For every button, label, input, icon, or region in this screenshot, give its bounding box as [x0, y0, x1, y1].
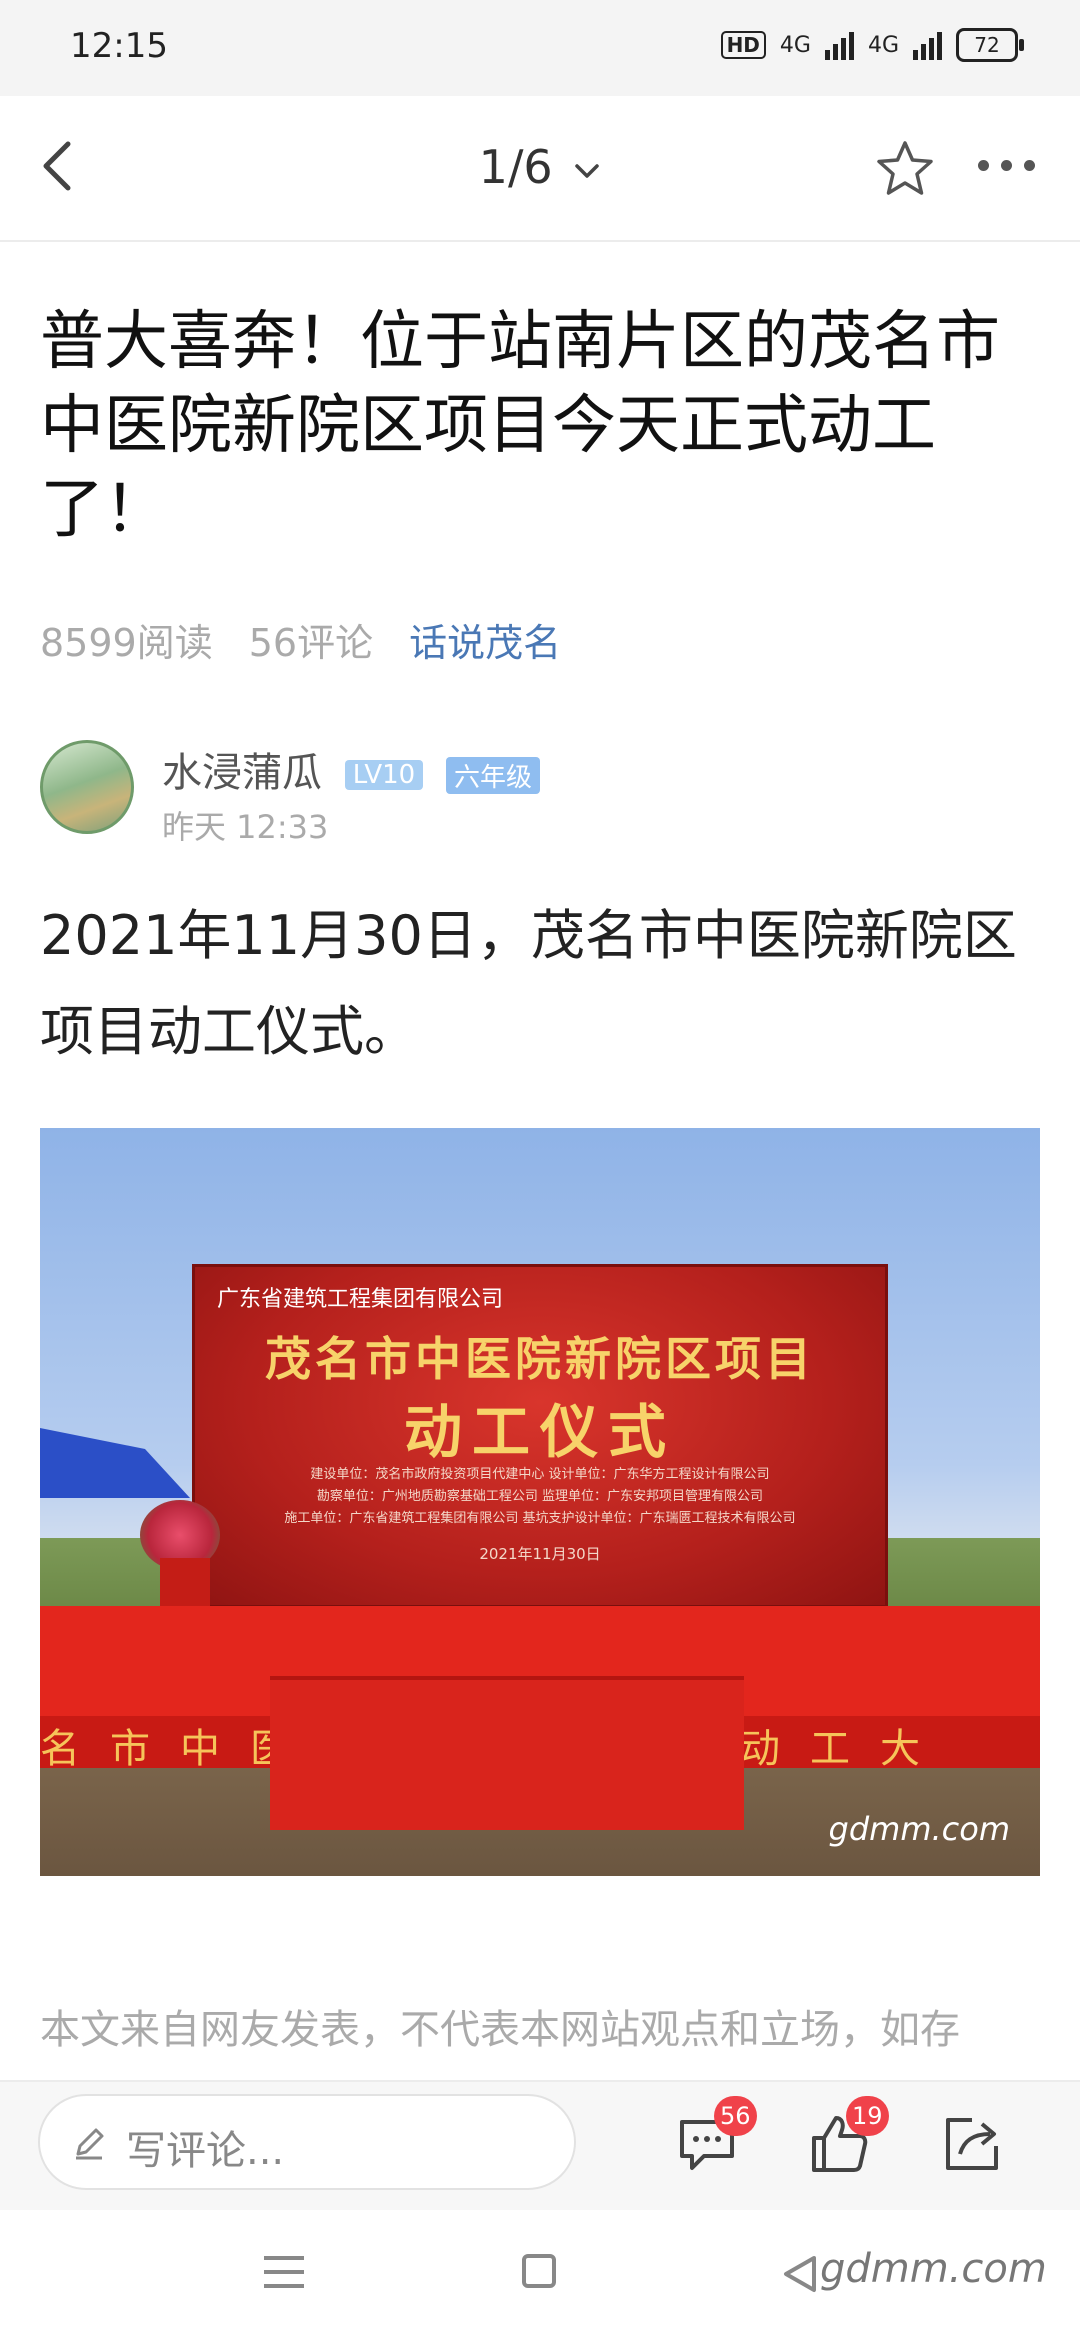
comments-button[interactable]: 56 [674, 2096, 757, 2178]
comment-count-text: 56评论 [248, 621, 374, 665]
article-meta: 8599阅读 56评论 话说茂名 [40, 612, 561, 667]
read-count: 8599阅读 [40, 621, 213, 665]
network-label: 4G [779, 32, 811, 58]
network-label-2: 4G [867, 32, 899, 58]
like-button[interactable]: 19 [806, 2096, 889, 2178]
signal-icon [824, 30, 854, 60]
hd-icon: HD [720, 31, 766, 59]
status-time: 12:15 [70, 26, 168, 66]
post-time: 昨天 12:33 [162, 808, 329, 846]
ceremony-backdrop: 广东省建筑工程集团有限公司 茂名市中医院新院区项目 动工仪式 建设单位：茂名市政… [192, 1264, 888, 1608]
author-name[interactable]: 水浸蒲瓜 [162, 750, 322, 796]
share-icon[interactable] [938, 2110, 1006, 2178]
like-count-badge: 19 [846, 2096, 889, 2136]
backdrop-line-1: 建设单位：茂名市政府投资项目代建中心 设计单位：广东华方工程设计有限公司 [310, 1467, 770, 1482]
home-icon[interactable] [522, 2254, 556, 2288]
article-title: 普大喜奔！位于站南片区的茂名市中医院新院区项目今天正式动工了！ [40, 305, 1000, 547]
topic-link[interactable]: 话说茂名 [409, 612, 561, 667]
grade-badge: 六年级 [445, 756, 540, 794]
comment-bar: 写评论... 56 19 [0, 2080, 1080, 2212]
pen-icon [76, 2128, 104, 2160]
chevron-down-icon [575, 163, 600, 178]
top-navbar: 1/6 [0, 96, 1080, 242]
article-photo[interactable]: 广东省建筑工程集团有限公司 茂名市中医院新院区项目 动工仪式 建设单位：茂名市政… [40, 1128, 1040, 1876]
status-bar: 12:15 HD 4G 4G 72 [0, 0, 1080, 96]
site-watermark: gdmm.com [820, 2246, 1047, 2292]
level-badge: LV10 [344, 760, 424, 790]
author-avatar[interactable] [40, 740, 134, 834]
backdrop-line-2: 勘察单位：广州地质勘察基础工程公司 监理单位：广东安邦项目管理有限公司 [316, 1489, 764, 1504]
photo-tent [40, 1428, 190, 1498]
photo-watermark: gdmm.com [828, 1810, 1010, 1848]
backdrop-company: 广东省建筑工程集团有限公司 [217, 1287, 504, 1312]
favorite-star-icon[interactable] [874, 138, 936, 200]
system-navigation-bar: gdmm.com [0, 2210, 1080, 2340]
backdrop-headline: 茂名市中医院新院区项目 [265, 1332, 815, 1386]
page-indicator-label: 1/6 [478, 140, 553, 194]
more-options-icon[interactable] [978, 160, 1035, 171]
ceremony-table [270, 1676, 744, 1830]
backdrop-line-3: 施工单位：广东省建筑工程集团有限公司 基坑支护设计单位：广东瑞匮工程技术有限公司 [284, 1511, 796, 1526]
status-icons: HD 4G 4G 72 [720, 28, 1024, 62]
comment-placeholder: 写评论... [126, 2128, 285, 2174]
backdrop-subheadline: 动工仪式 [403, 1398, 676, 1466]
backdrop-date: 2021年11月30日 [479, 1545, 601, 1563]
disclaimer-text: 本文来自网友发表，不代表本网站观点和立场，如存 [40, 2007, 960, 2053]
comment-input[interactable]: 写评论... [38, 2094, 576, 2190]
author-name-row: 水浸蒲瓜 LV10 六年级 [162, 740, 540, 798]
menu-icon[interactable] [264, 2256, 304, 2298]
comment-count-badge: 56 [714, 2096, 757, 2136]
signal-icon-2 [913, 30, 942, 60]
system-back-icon[interactable] [780, 2254, 820, 2294]
battery-icon: 72 [956, 28, 1024, 62]
article-body-text: 2021年11月30日，茂名市中医院新院区项目动工仪式。 [40, 904, 1017, 1063]
battery-level: 72 [974, 33, 1000, 57]
author-block: 水浸蒲瓜 LV10 六年级 昨天 12:33 [40, 740, 1040, 850]
